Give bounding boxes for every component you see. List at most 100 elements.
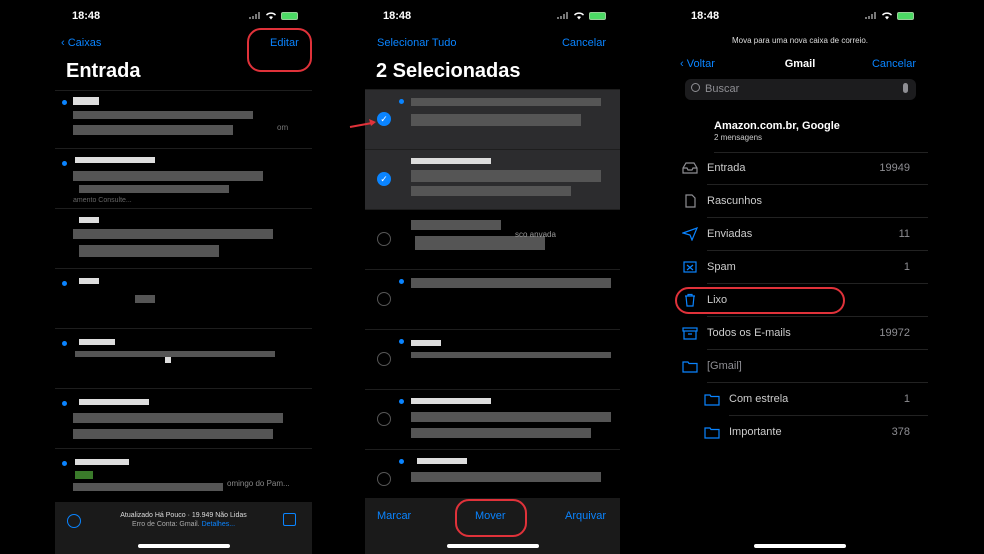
home-indicator xyxy=(137,544,230,548)
select-all-button[interactable]: Selecionar Tudo xyxy=(377,37,457,49)
mailbox-label: Enviadas xyxy=(707,228,753,240)
list-item[interactable] xyxy=(55,388,312,446)
mailbox-spam[interactable]: Spam 1 xyxy=(682,251,928,284)
cellular-signal-icon xyxy=(557,12,569,19)
mailbox-entrada[interactable]: Entrada 19949 xyxy=(682,152,928,185)
list-item[interactable]: omingo do Pam... xyxy=(55,448,312,506)
list-item[interactable]: sco anvada xyxy=(365,209,620,267)
mailbox-count: 19949 xyxy=(879,162,910,174)
header-note: Mova para uma nova caixa de correio. xyxy=(731,36,869,45)
list-item[interactable] xyxy=(55,208,312,266)
compose-icon[interactable] xyxy=(283,513,296,526)
list-item[interactable] xyxy=(365,329,620,387)
list-item[interactable]: ✓ xyxy=(365,89,620,147)
unread-dot xyxy=(62,401,67,406)
list-item[interactable]: ✓ xyxy=(365,149,620,207)
mailbox-todos[interactable]: Todos os E-mails 19972 xyxy=(682,317,928,350)
mark-button[interactable]: Marcar xyxy=(377,510,411,522)
empty-circle-icon[interactable] xyxy=(377,412,391,426)
mailbox-label: Spam xyxy=(707,261,736,273)
updated-status: Atualizado Há Pouco xyxy=(120,512,186,519)
mailbox-label: [Gmail] xyxy=(707,360,742,372)
folder-icon xyxy=(682,361,698,373)
battery-icon xyxy=(589,11,606,20)
back-label: Caixas xyxy=(67,37,102,49)
chevron-left-icon: ‹ xyxy=(61,37,68,49)
trash-highlight-ring xyxy=(675,287,845,314)
unread-dot xyxy=(62,161,67,166)
status-bar: 18:48 xyxy=(365,10,620,24)
status-time: 18:48 xyxy=(383,10,412,22)
move-highlight-ring xyxy=(455,499,527,537)
mailbox-label: Entrada xyxy=(707,162,746,174)
list-item[interactable] xyxy=(365,389,620,447)
mailbox-enviadas[interactable]: Enviadas 11 xyxy=(682,218,928,251)
microphone-icon[interactable] xyxy=(903,83,908,93)
paper-plane-icon xyxy=(682,227,698,241)
mail-snippet: om xyxy=(277,123,289,132)
back-button[interactable]: ‹ Caixas xyxy=(61,37,101,49)
list-item[interactable]: amento Consulte... xyxy=(55,148,312,206)
mailbox-count: 378 xyxy=(891,426,910,438)
list-item[interactable] xyxy=(55,268,312,326)
cancel-button[interactable]: Cancelar xyxy=(562,37,606,49)
list-item[interactable] xyxy=(365,269,620,327)
details-link[interactable]: Detalhes... xyxy=(202,521,235,528)
list-item[interactable] xyxy=(55,328,312,386)
unread-dot xyxy=(399,399,404,404)
cellular-signal-icon xyxy=(865,12,877,19)
account-error: Erro de Conta: Gmail. xyxy=(131,521,200,528)
archive-box-icon xyxy=(682,327,698,340)
search-placeholder: Buscar xyxy=(705,83,740,95)
empty-circle-icon[interactable] xyxy=(377,472,391,486)
mailbox-importante[interactable]: Importante 378 xyxy=(704,416,928,449)
status-time: 18:48 xyxy=(72,10,101,22)
sender-summary: Amazon.com.br, Google xyxy=(714,120,840,132)
list-item[interactable]: om xyxy=(55,90,312,148)
empty-circle-icon[interactable] xyxy=(377,352,391,366)
archive-button[interactable]: Arquivar xyxy=(565,510,606,522)
unread-dot xyxy=(62,461,67,466)
mailbox-label: Importante xyxy=(729,426,782,438)
unread-dot xyxy=(399,279,404,284)
cellular-signal-icon xyxy=(249,12,261,19)
cancel-button[interactable]: Cancelar xyxy=(872,58,916,70)
mailbox-count: 1 xyxy=(903,261,910,273)
wifi-icon xyxy=(266,12,276,20)
document-icon xyxy=(685,194,696,208)
bottom-toolbar: Atualizado Há Pouco · 19.949 Não Lidas E… xyxy=(55,502,312,554)
unread-dot xyxy=(399,339,404,344)
select-panel: 18:48 Selecionar Tudo Cancelar 2 Selecio… xyxy=(365,0,620,554)
home-indicator xyxy=(446,544,539,548)
empty-circle-icon[interactable] xyxy=(377,292,391,306)
page-title: Entrada xyxy=(66,60,141,82)
empty-circle-icon[interactable] xyxy=(377,232,391,246)
junk-icon xyxy=(683,261,697,273)
wifi-icon xyxy=(882,12,892,20)
unread-dot xyxy=(62,281,67,286)
mailbox-count: 11 xyxy=(898,228,910,240)
mailbox-count: 1 xyxy=(903,393,910,405)
checkmark-icon[interactable]: ✓ xyxy=(377,112,391,126)
search-field[interactable]: Buscar xyxy=(685,79,916,100)
mailbox-com-estrela[interactable]: Com estrela 1 xyxy=(704,383,928,416)
unread-dot xyxy=(62,100,67,105)
checkmark-icon[interactable]: ✓ xyxy=(377,172,391,186)
mail-snippet: omingo do Pam... xyxy=(227,479,290,488)
mail-snippet: sco anvada xyxy=(515,230,556,239)
page-title: 2 Selecionadas xyxy=(376,60,521,82)
mailbox-rascunhos[interactable]: Rascunhos xyxy=(682,185,928,218)
unread-dot xyxy=(62,341,67,346)
red-arrow-icon xyxy=(349,119,376,128)
unread-count: 19.949 Não Lidas xyxy=(191,512,247,519)
mailbox-label: Rascunhos xyxy=(707,195,763,207)
inbox-panel: 18:48 ‹ Caixas Editar Entrada om amento … xyxy=(55,0,312,554)
mailbox-label: Com estrela xyxy=(729,393,789,405)
mailbox-count: 19972 xyxy=(879,327,910,339)
mailbox-label: Todos os E-mails xyxy=(707,327,791,339)
status-bar: 18:48 xyxy=(55,10,312,24)
message-count: 2 mensagens xyxy=(714,133,763,142)
status-bar: 18:48 xyxy=(672,10,928,24)
mailbox-gmail[interactable]: [Gmail] xyxy=(682,350,928,383)
mail-snippet: amento Consulte... xyxy=(73,197,132,204)
